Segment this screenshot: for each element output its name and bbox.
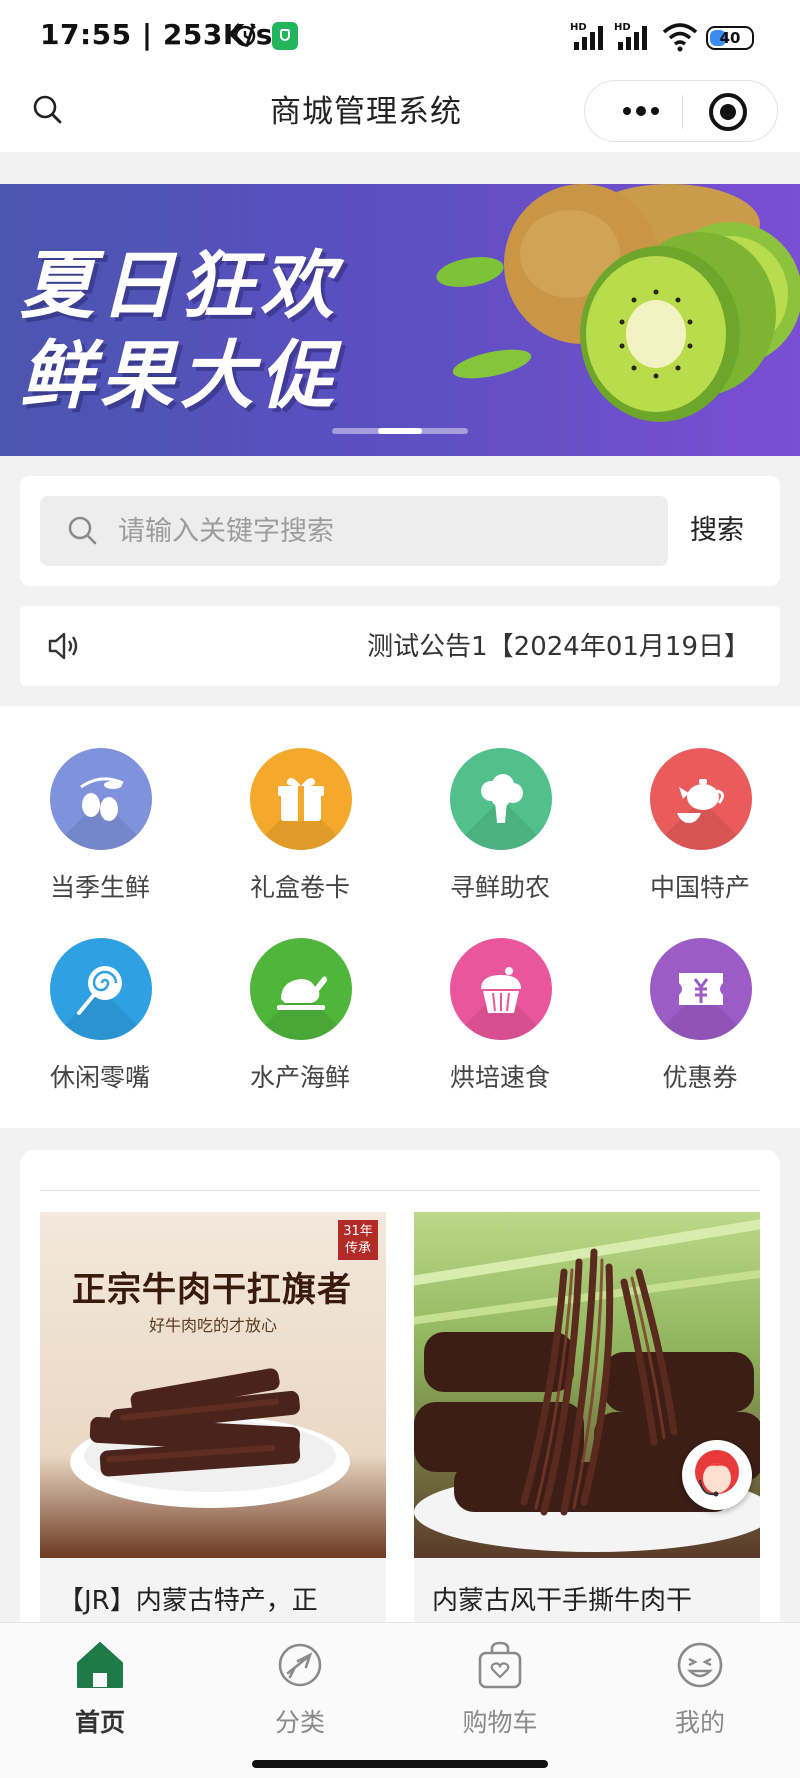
product-image: [414, 1212, 760, 1558]
tab-label: 购物车: [462, 1708, 538, 1737]
category-item[interactable]: 休闲零嘴: [0, 896, 200, 1092]
shield-icon: [272, 22, 298, 50]
status-clock: 17:55: [40, 18, 132, 51]
search-input[interactable]: [118, 496, 638, 566]
broccoli-icon: [450, 748, 552, 850]
support-agent-icon: [695, 1450, 739, 1497]
tab-category[interactable]: 分类: [200, 1639, 400, 1739]
capsule-divider: [682, 95, 683, 129]
home-indicator: [252, 1760, 548, 1768]
product-image: 正宗牛肉干扛旗者 好牛肉吃的才放心 31年 传承: [40, 1212, 386, 1558]
tab-label: 分类: [274, 1708, 325, 1737]
notice-text: 测试公告1【2024年01月19日】: [367, 632, 750, 662]
poster-subtitle: 好牛肉吃的才放心: [148, 1316, 277, 1335]
poster-badge: 31年 传承: [338, 1220, 378, 1260]
cupcake-icon: [450, 938, 552, 1040]
search-icon[interactable]: [30, 92, 66, 128]
chicken-icon: [250, 938, 352, 1040]
category-label: 休闲零嘴: [49, 1063, 150, 1092]
kiwi-image: [436, 184, 800, 422]
category-item[interactable]: 当季生鲜: [0, 706, 200, 902]
product-list: 正宗牛肉干扛旗者 好牛肉吃的才放心 31年 传承 【JR】内蒙古特产，正 内蒙古…: [20, 1150, 780, 1630]
teapot-icon: [650, 748, 752, 850]
carousel-indicator-active: [378, 428, 422, 434]
category-item[interactable]: 寻鲜助农: [400, 706, 600, 902]
category-label: 水产海鲜: [249, 1063, 350, 1092]
mini-program-capsule: [584, 80, 778, 142]
alarm-icon: [234, 23, 256, 47]
tab-bar: 首页 分类 购物车 我的: [0, 1622, 800, 1778]
status-bar: 17:55 | 253K/s HD HD 40: [0, 0, 800, 72]
signal-icon-2: HD: [614, 22, 647, 50]
category-grid: 当季生鲜 礼盒卷卡 寻鲜助农 中国特产 休闲零嘴 水产海鲜 烘培速食 优惠券: [0, 706, 800, 1128]
tab-profile[interactable]: 我的: [600, 1639, 800, 1739]
category-icon: [278, 1643, 322, 1687]
signal-icon: HD: [570, 22, 603, 50]
carousel-indicator[interactable]: [332, 428, 468, 434]
home-icon: [77, 1642, 123, 1688]
page-title: 商城管理系统: [270, 94, 462, 130]
banner-headline-2: 鲜果大促: [20, 333, 340, 419]
category-item[interactable]: 中国特产: [600, 706, 800, 902]
promo-banner[interactable]: 夏日狂欢 鲜果大促: [0, 184, 800, 456]
olive-icon: [50, 748, 152, 850]
category-item[interactable]: 烘培速食: [400, 896, 600, 1092]
search-card: 搜索: [20, 476, 780, 586]
gift-icon: [250, 748, 352, 850]
speaker-icon: [48, 632, 78, 660]
category-label: 烘培速食: [449, 1063, 550, 1092]
more-icon[interactable]: [611, 93, 671, 129]
search-button[interactable]: 搜索: [690, 496, 770, 566]
category-item[interactable]: 优惠券: [600, 896, 800, 1092]
category-label: 优惠券: [662, 1063, 738, 1092]
product-title: 内蒙古风干手撕牛肉干: [432, 1586, 693, 1616]
poster-badge-line2: 传承: [344, 1241, 371, 1256]
poster-title: 正宗牛肉干扛旗者: [72, 1270, 352, 1310]
battery-icon: 40: [706, 26, 754, 50]
tab-cart[interactable]: 购物车: [400, 1639, 600, 1739]
wifi-icon: [662, 23, 698, 52]
category-item[interactable]: 礼盒卷卡: [200, 706, 400, 902]
product-title: 【JR】内蒙古特产，正: [58, 1586, 318, 1616]
notice-bar[interactable]: 测试公告1【2024年01月19日】: [20, 606, 780, 686]
tab-label: 首页: [74, 1708, 125, 1737]
coupon-icon: [650, 938, 752, 1040]
product-card[interactable]: 正宗牛肉干扛旗者 好牛肉吃的才放心 31年 传承 【JR】内蒙古特产，正: [40, 1212, 386, 1630]
tab-home[interactable]: 首页: [0, 1639, 200, 1739]
search-icon: [68, 516, 97, 545]
tab-label: 我的: [674, 1708, 725, 1737]
category-item[interactable]: 水产海鲜: [200, 896, 400, 1092]
customer-service-avatar[interactable]: [682, 1440, 752, 1510]
section-divider: [40, 1190, 760, 1191]
product-card[interactable]: 内蒙古风干手撕牛肉干: [414, 1212, 760, 1630]
profile-icon: [677, 1642, 723, 1688]
lollipop-icon: [50, 938, 152, 1040]
close-target-icon[interactable]: [709, 93, 747, 131]
nav-bar: 商城管理系统: [0, 72, 800, 152]
battery-level: 40: [719, 29, 741, 47]
signal-hd-label-2: HD: [614, 22, 631, 33]
poster-badge-line1: 31年: [343, 1224, 373, 1239]
signal-hd-label: HD: [570, 22, 587, 33]
cart-icon: [478, 1641, 522, 1689]
search-box[interactable]: [40, 496, 668, 566]
